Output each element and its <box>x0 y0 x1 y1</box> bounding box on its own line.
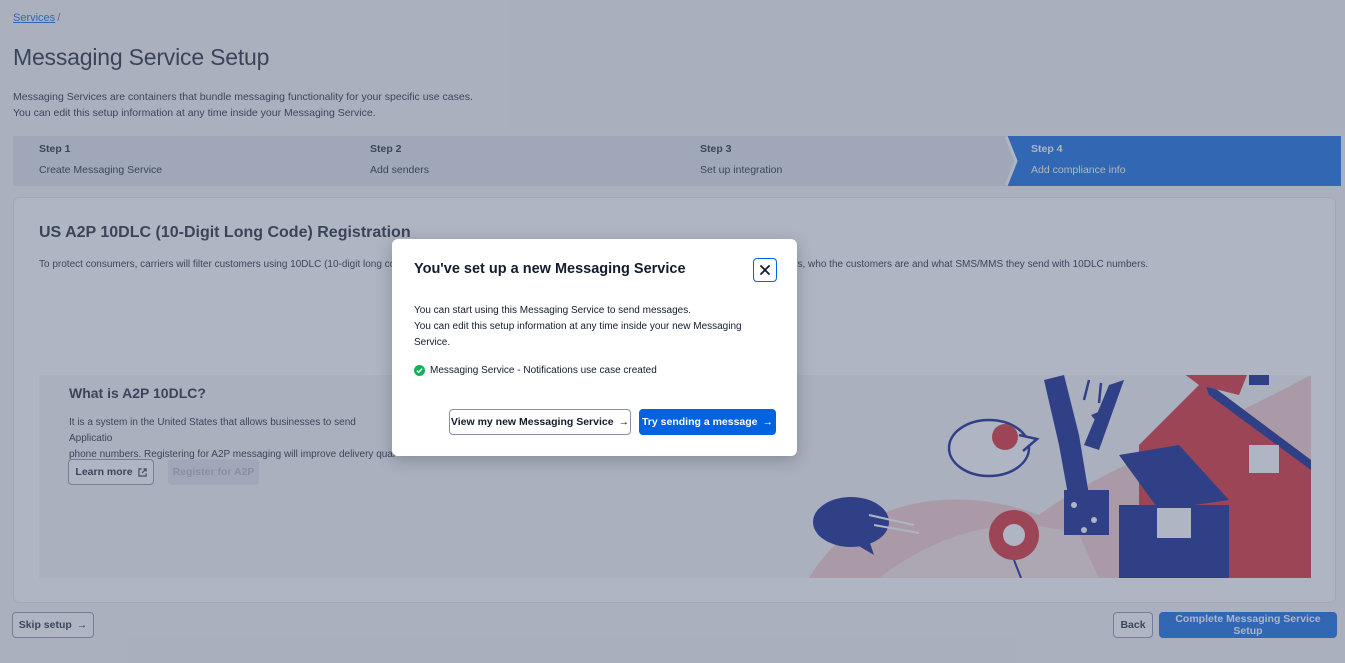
arrow-right-icon: → <box>762 416 774 428</box>
modal-close-button[interactable] <box>753 258 777 282</box>
modal-body-line-2: You can edit this setup information at a… <box>414 321 742 348</box>
modal-body: You can start using this Messaging Servi… <box>414 303 759 351</box>
creation-status: Messaging Service - Notifications use ca… <box>414 365 657 376</box>
success-check-icon <box>414 365 425 376</box>
try-sending-message-label: Try sending a message <box>641 416 758 428</box>
success-modal: You've set up a new Messaging Service Yo… <box>392 239 797 456</box>
modal-body-line-1: You can start using this Messaging Servi… <box>414 305 692 316</box>
view-messaging-service-button[interactable]: View my new Messaging Service → <box>449 409 631 435</box>
creation-status-text: Messaging Service - Notifications use ca… <box>430 365 657 376</box>
arrow-right-icon: → <box>618 416 630 428</box>
modal-title: You've set up a new Messaging Service <box>414 261 686 277</box>
try-sending-message-button[interactable]: Try sending a message → <box>639 409 776 435</box>
view-messaging-service-label: View my new Messaging Service <box>450 416 614 428</box>
close-icon <box>760 265 770 275</box>
